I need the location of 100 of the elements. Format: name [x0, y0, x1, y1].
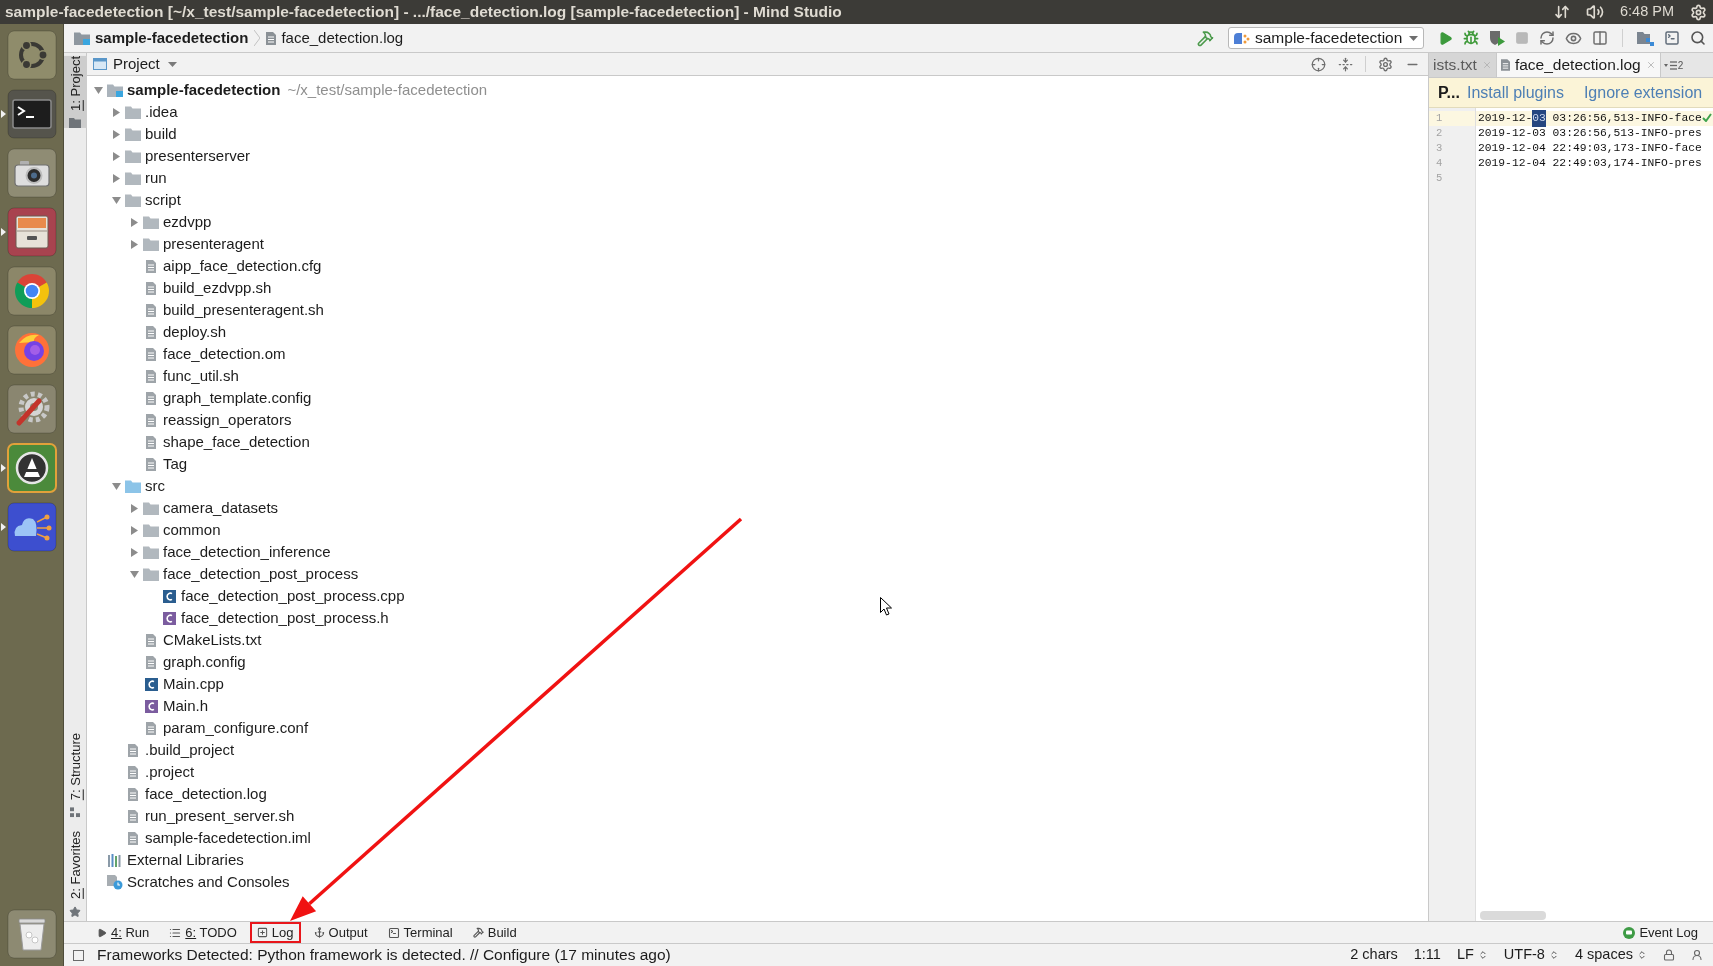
caret-down-icon[interactable]	[93, 86, 103, 94]
caret-down-icon[interactable]	[129, 570, 139, 578]
cloud-nodes-icon[interactable]	[6, 502, 57, 552]
lock-icon[interactable]	[1663, 949, 1675, 961]
tree-item[interactable]: Main.cpp	[163, 672, 224, 696]
tree-item[interactable]: Main.h	[163, 694, 209, 718]
tree-item[interactable]: run_present_server.sh	[145, 804, 295, 828]
status-widget[interactable]: LF	[1456, 944, 1488, 966]
banner-link[interactable]: Install plugins	[1466, 80, 1564, 105]
tree-item[interactable]: camera_datasets	[163, 496, 279, 520]
tree-item[interactable]: presenterserver	[145, 144, 251, 168]
tree-item[interactable]: External Libraries	[127, 848, 244, 872]
editor-tab[interactable]: ists.txt	[1429, 53, 1497, 77]
status-widget[interactable]: 2 chars	[1350, 944, 1398, 966]
caret-right-icon[interactable]	[130, 525, 138, 535]
banner-link[interactable]: Ignore extension	[1583, 80, 1703, 105]
tree-item[interactable]: aipp_face_detection.cfg	[163, 254, 322, 278]
caret-right-icon[interactable]	[130, 239, 138, 249]
collapse-icon[interactable]	[1338, 56, 1353, 72]
panel-toggle-icon[interactable]	[73, 949, 84, 961]
wrench-gear-icon[interactable]	[6, 384, 57, 434]
status-widget[interactable]: 1:11	[1413, 944, 1441, 966]
volume-icon[interactable]	[1586, 3, 1604, 21]
tool-window-button[interactable]: Build	[465, 922, 524, 943]
tab-list-dropdown[interactable]: 2	[1660, 53, 1687, 77]
terminal-window-icon[interactable]	[1664, 30, 1680, 46]
split-view-icon[interactable]	[1592, 30, 1608, 46]
browser-icon[interactable]	[6, 266, 57, 316]
caret-right-icon[interactable]	[112, 129, 120, 139]
status-widget[interactable]: UTF-8	[1503, 944, 1559, 966]
settings-icon[interactable]	[1378, 56, 1393, 72]
tree-item[interactable]: Tag	[163, 452, 188, 476]
tree-item[interactable]: deploy.sh	[163, 320, 227, 344]
breadcrumb[interactable]: sample-facedetection	[95, 26, 249, 50]
tool-window-tab[interactable]: 7: Structure	[64, 732, 87, 818]
dash-logo-icon[interactable]	[6, 30, 57, 80]
tree-item[interactable]: .build_project	[145, 738, 235, 762]
tree-item[interactable]: face_detection.om	[163, 342, 286, 366]
editor-tab[interactable]: face_detection.log	[1496, 53, 1661, 77]
tree-item[interactable]: face_detection_post_process.cpp	[181, 584, 405, 608]
tree-item[interactable]: build	[145, 122, 177, 146]
refresh-icon[interactable]	[1539, 30, 1555, 46]
tree-item[interactable]: ezdvpp	[163, 210, 212, 234]
caret-right-icon[interactable]	[130, 547, 138, 557]
updater-icon[interactable]	[6, 443, 57, 493]
tree-item[interactable]: face_detection_post_process.h	[181, 606, 389, 630]
tree-item[interactable]: build_presenteragent.sh	[163, 298, 324, 322]
caret-right-icon[interactable]	[112, 107, 120, 117]
tree-item[interactable]: sample-facedetection	[127, 78, 281, 102]
event-log-button[interactable]: Event Log	[1618, 922, 1703, 943]
tree-item[interactable]: build_ezdvpp.sh	[163, 276, 272, 300]
tree-item[interactable]: face_detection_inference	[163, 540, 331, 564]
camera-icon[interactable]	[6, 148, 57, 198]
tree-item[interactable]: Scratches and Consoles	[127, 870, 290, 894]
tree-item[interactable]: func_util.sh	[163, 364, 239, 388]
folder-grid-icon[interactable]	[1637, 30, 1654, 46]
search-icon[interactable]	[1690, 30, 1706, 46]
status-widget[interactable]: 4 spaces	[1574, 944, 1647, 966]
view-selector[interactable]: Project	[93, 52, 177, 76]
tool-window-button[interactable]: Terminal	[380, 922, 460, 943]
breadcrumb[interactable]: face_detection.log	[281, 26, 404, 50]
tree-item[interactable]: graph_template.config	[163, 386, 312, 410]
shield-play-icon[interactable]	[1489, 30, 1505, 46]
tool-window-tab[interactable]: 2: Favorites	[64, 831, 87, 918]
horizontal-scrollbar[interactable]	[1480, 911, 1546, 920]
tree-item[interactable]: script	[145, 188, 181, 212]
bug-icon[interactable]	[1463, 30, 1479, 46]
tree-item[interactable]: reassign_operators	[163, 408, 292, 432]
hammer-icon[interactable]	[1197, 29, 1214, 47]
tree-item[interactable]: common	[163, 518, 221, 542]
tree-item[interactable]: presenteragent	[163, 232, 264, 256]
tool-window-tab[interactable]: 1: Project	[64, 56, 87, 128]
tool-window-button[interactable]: Output	[306, 922, 375, 943]
tree-item[interactable]: param_configure.conf	[163, 716, 309, 740]
file-cabinet-icon[interactable]	[6, 207, 57, 257]
tree-item[interactable]: .idea	[145, 100, 178, 124]
caret-right-icon[interactable]	[112, 173, 120, 183]
terminal-icon[interactable]	[6, 89, 57, 139]
fox-globe-icon[interactable]	[6, 325, 57, 375]
play-icon[interactable]	[1438, 30, 1453, 46]
network-arrows-icon[interactable]	[1554, 4, 1570, 20]
caret-down-icon[interactable]	[111, 196, 121, 204]
caret-right-icon[interactable]	[130, 503, 138, 513]
tool-window-button[interactable]: 4: Run	[90, 922, 157, 943]
person-icon[interactable]	[1691, 949, 1703, 961]
trash-icon[interactable]	[6, 909, 57, 959]
tree-item[interactable]: .project	[145, 760, 195, 784]
caret-right-icon[interactable]	[112, 151, 120, 161]
tree-item[interactable]: CMakeLists.txt	[163, 628, 262, 652]
caret-down-icon[interactable]	[111, 482, 121, 490]
tree-item[interactable]: sample-facedetection.iml	[145, 826, 311, 850]
tree-item[interactable]: face_detection_post_process	[163, 562, 359, 586]
tree-item[interactable]: run	[145, 166, 167, 190]
tree-item[interactable]: graph.config	[163, 650, 246, 674]
clock[interactable]: 6:48 PM	[1620, 1, 1674, 23]
tool-window-button[interactable]: 6: TODO	[162, 922, 244, 943]
tree-item[interactable]: face_detection.log	[145, 782, 267, 806]
crosshair-icon[interactable]	[1311, 56, 1326, 72]
tree-item[interactable]: shape_face_detection	[163, 430, 310, 454]
caret-right-icon[interactable]	[130, 217, 138, 227]
